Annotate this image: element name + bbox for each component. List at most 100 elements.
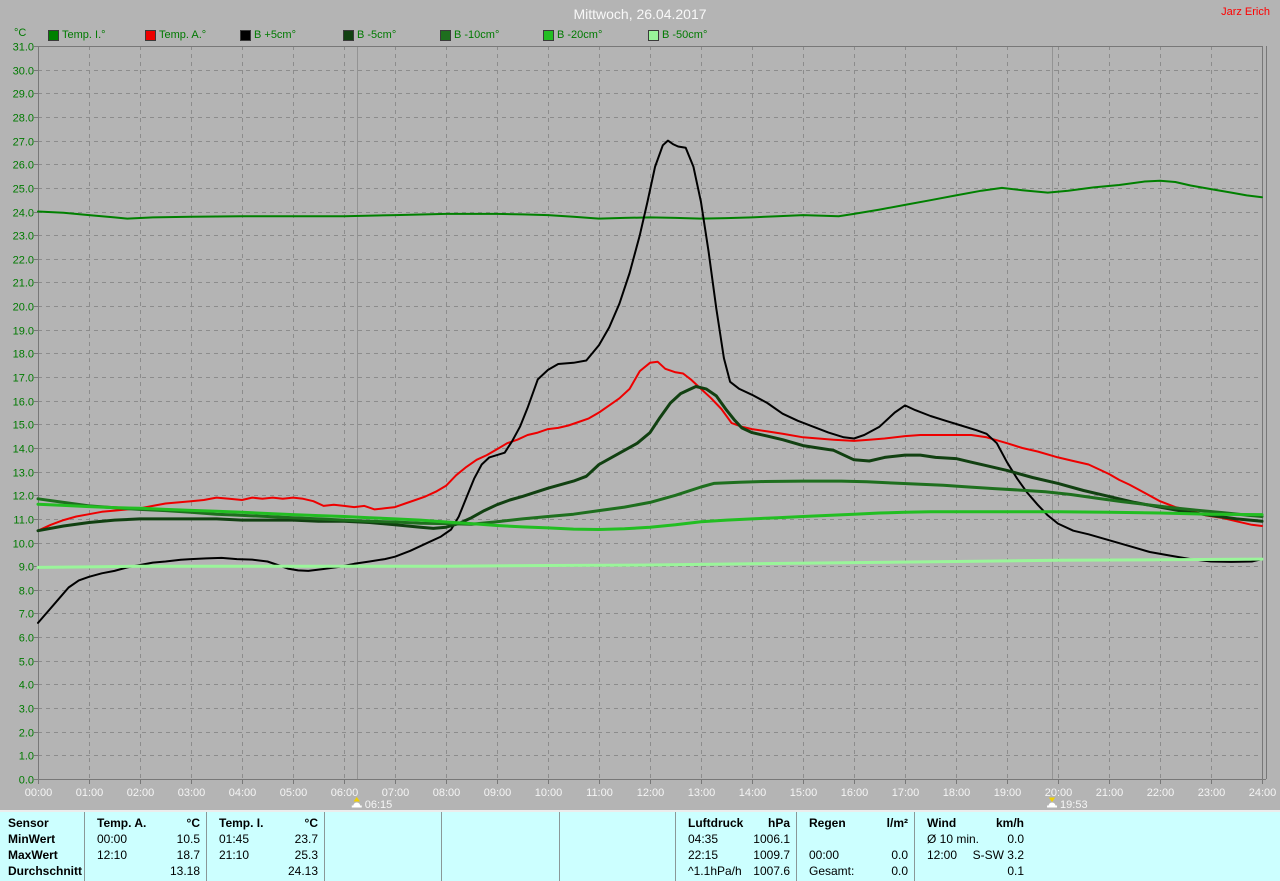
y-tick-label: 15.0 bbox=[13, 420, 34, 432]
x-tick-label: 09:00 bbox=[484, 787, 512, 799]
cell-text: Ø 10 min. bbox=[927, 832, 980, 846]
y-tick-label: 4.0 bbox=[19, 680, 34, 692]
x-tick-label: 13:00 bbox=[688, 787, 716, 799]
y-tick-label: 19.0 bbox=[13, 326, 34, 338]
cell-value: 18.7 bbox=[176, 848, 200, 862]
table-cell: 01:45 23.7 bbox=[206, 831, 324, 847]
y-tick-label: 24.0 bbox=[13, 208, 34, 220]
table-cell: 12:00 S-SW 3.2 bbox=[914, 847, 1030, 863]
cell-text: Temp. A. bbox=[97, 816, 147, 830]
x-tick-label: 23:00 bbox=[1198, 787, 1226, 799]
chart-canvas: 0.0 1.0 2.0 3.0 4.0 5.0 6.0 7.0 8.0 9.0 10.0 11.0 12… bbox=[13, 42, 1277, 812]
table-cell: 00:00 0.0 bbox=[796, 847, 914, 863]
row-label: MinWert bbox=[8, 832, 56, 846]
y-tick-label: 26.0 bbox=[13, 160, 34, 172]
cell-text: Gesamt: bbox=[809, 864, 855, 878]
cell-text: Wind bbox=[927, 816, 957, 830]
y-tick-label: 14.0 bbox=[13, 444, 34, 456]
y-tick-label: 31.0 bbox=[13, 42, 34, 54]
y-tick-label: 22.0 bbox=[13, 255, 34, 267]
x-tick-label: 00:00 bbox=[25, 787, 53, 799]
cell-value: 0.0 bbox=[1007, 832, 1024, 846]
cell-text: 04:35 bbox=[688, 832, 719, 846]
y-tick-label: 7.0 bbox=[19, 609, 34, 621]
y-tick-label: 25.0 bbox=[13, 184, 34, 196]
cell-value: °C bbox=[186, 816, 200, 830]
cell-value: 23.7 bbox=[294, 832, 318, 846]
table-cell: ^1.1hPa/h 1007.6 bbox=[675, 863, 796, 879]
cell-text: 21:10 bbox=[219, 848, 250, 862]
cell-value: °C bbox=[304, 816, 318, 830]
row-label: Durchschnitt bbox=[8, 864, 83, 878]
sunset-arrow-icon bbox=[1048, 797, 1056, 802]
table-header-cell: Regen l/m² bbox=[796, 815, 914, 831]
x-tick-label: 20:00 bbox=[1045, 787, 1073, 799]
cell-value: 1007.6 bbox=[753, 864, 790, 878]
table-cell: 13.18 bbox=[84, 863, 206, 879]
x-tick-label: 02:00 bbox=[127, 787, 155, 799]
y-tick-label: 3.0 bbox=[19, 704, 34, 716]
cell-value: 0.0 bbox=[891, 848, 908, 862]
cell-value: 0.0 bbox=[891, 864, 908, 878]
y-tick-label: 5.0 bbox=[19, 657, 34, 669]
y-tick-label: 23.0 bbox=[13, 231, 34, 243]
row-label: Sensor bbox=[8, 816, 49, 830]
sunrise-icon bbox=[353, 802, 361, 806]
x-tick-label: 16:00 bbox=[841, 787, 869, 799]
x-tick-label: 10:00 bbox=[535, 787, 563, 799]
y-tick-label: 6.0 bbox=[19, 633, 34, 645]
y-tick-label: 16.0 bbox=[13, 397, 34, 409]
cell-value: l/m² bbox=[886, 816, 908, 830]
table-cell: 22:15 1009.7 bbox=[675, 847, 796, 863]
cell-value: 1006.1 bbox=[753, 832, 790, 846]
x-tick-label: 07:00 bbox=[382, 787, 410, 799]
cell-value: 1009.7 bbox=[753, 848, 790, 862]
cell-text: Temp. I. bbox=[219, 816, 264, 830]
y-tick-label: 27.0 bbox=[13, 137, 34, 149]
x-tick-label: 04:00 bbox=[229, 787, 257, 799]
table-cell: 12:10 18.7 bbox=[84, 847, 206, 863]
table-column-divider bbox=[324, 812, 325, 881]
table-cell: 0.1 bbox=[914, 863, 1030, 879]
x-tick-label: 24:00 bbox=[1249, 787, 1277, 799]
x-tick-label: 06:00 bbox=[331, 787, 359, 799]
x-tick-label: 21:00 bbox=[1096, 787, 1124, 799]
y-tick-label: 9.0 bbox=[19, 562, 34, 574]
y-tick-label: 12.0 bbox=[13, 491, 34, 503]
y-tick-label: 11.0 bbox=[13, 515, 34, 527]
table-cell: 21:10 25.3 bbox=[206, 847, 324, 863]
x-tick-label: 05:00 bbox=[280, 787, 308, 799]
table-cell: 24.13 bbox=[206, 863, 324, 879]
x-tick-label: 11:00 bbox=[586, 787, 613, 799]
cell-text: 12:00 bbox=[927, 848, 958, 862]
y-tick-label: 21.0 bbox=[13, 278, 34, 290]
x-tick-label: 17:00 bbox=[892, 787, 920, 799]
y-tick-label: 28.0 bbox=[13, 113, 34, 125]
x-tick-label: 01:00 bbox=[76, 787, 104, 799]
x-tick-label: 22:00 bbox=[1147, 787, 1175, 799]
table-column-divider bbox=[441, 812, 442, 881]
x-tick-label: 19:00 bbox=[994, 787, 1022, 799]
cell-value: 0.1 bbox=[1007, 864, 1024, 878]
table-cell: 00:00 10.5 bbox=[84, 831, 206, 847]
table-cell: 04:35 1006.1 bbox=[675, 831, 796, 847]
weather-app-screen: Mittwoch, 26.04.2017 Jarz Erich °C Temp.… bbox=[0, 0, 1280, 881]
y-tick-label: 10.0 bbox=[13, 539, 34, 551]
cell-value: km/h bbox=[995, 816, 1024, 830]
table-header-cell: Temp. I. °C bbox=[206, 815, 324, 831]
x-tick-label: 08:00 bbox=[433, 787, 461, 799]
cell-text: 00:00 bbox=[809, 848, 840, 862]
x-tick-label: 15:00 bbox=[790, 787, 818, 799]
cell-value: 24.13 bbox=[287, 864, 318, 878]
y-tick-label: 30.0 bbox=[13, 66, 34, 78]
cell-value: 10.5 bbox=[176, 832, 200, 846]
table-column-divider bbox=[559, 812, 560, 881]
table-header-cell: Temp. A. °C bbox=[84, 815, 206, 831]
cell-text: Regen bbox=[809, 816, 846, 830]
table-cell: Gesamt: 0.0 bbox=[796, 863, 914, 879]
cell-text: 00:00 bbox=[97, 832, 128, 846]
cell-value: 25.3 bbox=[294, 848, 318, 862]
cell-text: 12:10 bbox=[97, 848, 128, 862]
table-header-cell: Luftdruck hPa bbox=[675, 815, 796, 831]
y-tick-label: 0.0 bbox=[19, 775, 34, 787]
